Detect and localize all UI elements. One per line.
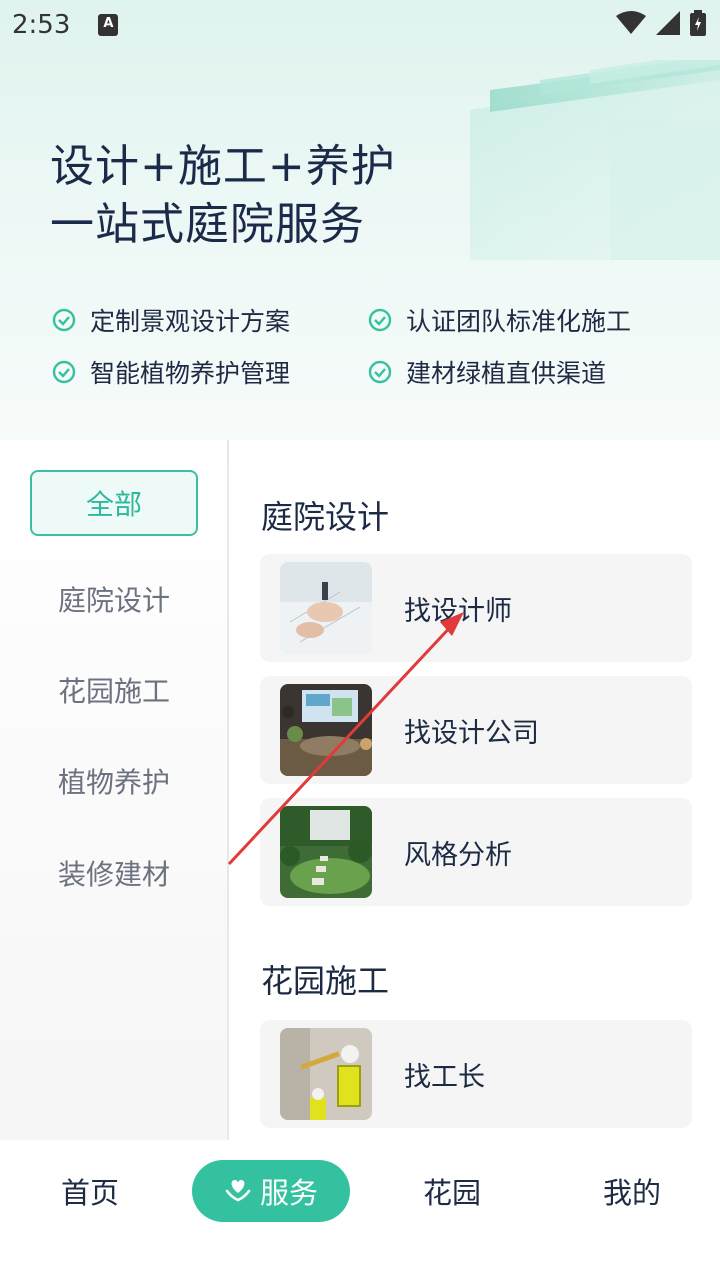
check-circle-icon: [368, 308, 392, 332]
feature-label: 智能植物养护管理: [90, 359, 291, 388]
nav-home[interactable]: 首页: [30, 1160, 150, 1222]
check-circle-icon: [52, 308, 76, 332]
nav-label: 服务: [259, 1176, 318, 1210]
hero-title-line1: 设计+施工+养护: [50, 141, 396, 192]
sidebar-item-label: 庭院设计: [57, 584, 170, 617]
service-content: 庭院设计 找设计师 找设计公司 风格分析 花园施工 找工长: [230, 440, 720, 1140]
nav-mine[interactable]: 我的: [572, 1160, 692, 1222]
feature-label: 认证团队标准化施工: [406, 307, 632, 336]
sidebar-item-label: 花园施工: [57, 675, 170, 708]
nav-garden[interactable]: 花园: [392, 1160, 512, 1222]
feature-item: 认证团队标准化施工: [368, 302, 631, 338]
service-card-style-analysis[interactable]: 风格分析: [260, 798, 692, 906]
nav-label: 我的: [602, 1176, 661, 1210]
feature-item: 建材绿植直供渠道: [368, 354, 606, 390]
sidebar-item-courtyard-design[interactable]: 庭院设计: [30, 566, 198, 632]
service-card-find-designer[interactable]: 找设计师: [260, 554, 692, 662]
status-bar: 2:53 A: [0, 0, 720, 50]
nav-service[interactable]: 服务: [192, 1160, 350, 1222]
card-label: 风格分析: [404, 839, 512, 871]
check-circle-icon: [368, 360, 392, 384]
service-card-find-design-company[interactable]: 找设计公司: [260, 676, 692, 784]
sidebar-item-label: 植物养护: [57, 766, 170, 799]
wifi-icon: [616, 11, 646, 34]
garden-photo: [280, 806, 372, 898]
section-title: 花园施工: [261, 962, 390, 1000]
company-photo: [280, 684, 372, 776]
card-label: 找设计师: [404, 595, 512, 627]
status-time: 2:53: [12, 10, 71, 40]
check-circle-icon: [52, 360, 76, 384]
feature-label: 定制景观设计方案: [90, 307, 291, 336]
sidebar-item-label: 装修建材: [57, 858, 170, 891]
service-catalog: 全部 庭院设计 花园施工 植物养护 装修建材 庭院设计 找设计师 找设计公司 风…: [0, 440, 720, 1140]
designer-photo: [280, 562, 372, 654]
notification-icon: A: [98, 14, 119, 36]
hero-title-line2: 一站式庭院服务: [50, 199, 365, 250]
signal-icon: [656, 11, 680, 35]
category-sidebar: 全部 庭院设计 花园施工 植物养护 装修建材: [0, 440, 229, 1140]
section-title: 庭院设计: [261, 498, 390, 536]
nav-label: 首页: [60, 1176, 119, 1210]
feature-item: 定制景观设计方案: [52, 302, 290, 338]
sidebar-item-garden-construction[interactable]: 花园施工: [30, 657, 198, 723]
card-label: 找设计公司: [404, 717, 539, 749]
heart-hand-icon: [225, 1180, 251, 1202]
sidebar-item-plant-care[interactable]: 植物养护: [30, 748, 198, 814]
sidebar-item-all[interactable]: 全部: [30, 470, 198, 536]
battery-icon: [690, 10, 706, 36]
feature-item: 智能植物养护管理: [52, 354, 290, 390]
building-illustration: [470, 60, 720, 260]
foreman-photo: [280, 1028, 372, 1120]
nav-label: 花园: [422, 1176, 481, 1210]
sidebar-item-label: 全部: [85, 488, 142, 521]
feature-label: 建材绿植直供渠道: [406, 359, 607, 388]
service-card-find-foreman[interactable]: 找工长: [260, 1020, 692, 1128]
sidebar-item-building-materials[interactable]: 装修建材: [30, 840, 198, 906]
card-label: 找工长: [404, 1061, 485, 1093]
bottom-navigation: 首页 服务 花园 我的: [0, 1140, 720, 1280]
hero-title: 设计+施工+养护 一站式庭院服务: [50, 138, 396, 254]
